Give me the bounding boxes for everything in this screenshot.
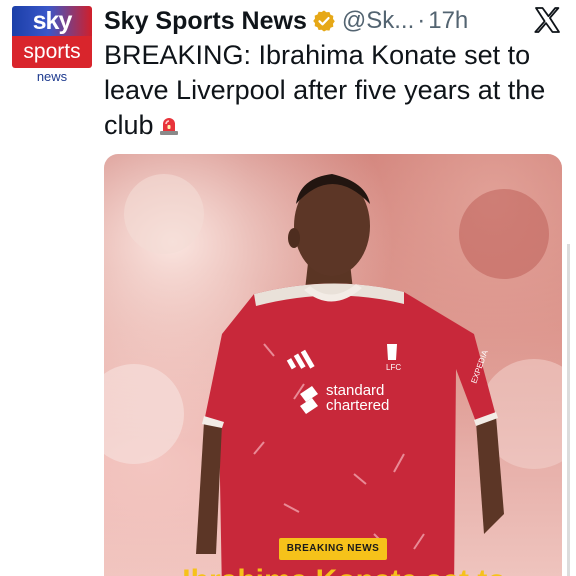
post-time[interactable]: 17h	[428, 7, 468, 35]
tweet-image[interactable]: standard chartered LFC EXPEDIA BREAKING …	[104, 154, 562, 576]
tweet-text: BREAKING: Ibrahima Konate set to leave L…	[104, 38, 554, 143]
x-logo-icon[interactable]	[533, 6, 561, 34]
rotating-light-icon	[158, 110, 180, 135]
avatar[interactable]: sky sports news	[12, 6, 94, 88]
sponsor-line-2: chartered	[326, 397, 389, 414]
separator-dot: ·	[417, 7, 426, 34]
tweet-card: sky sports news Sky Sports News @Sk... ·…	[0, 0, 576, 576]
breaking-news-badge: BREAKING NEWS	[279, 538, 387, 560]
tweet-header: Sky Sports News @Sk... · 17h	[104, 4, 468, 38]
logo-sky-text: sky	[12, 6, 92, 36]
account-handle[interactable]: @Sk...	[342, 7, 414, 35]
scrollbar[interactable]	[567, 244, 570, 576]
club-crest-text: LFC	[386, 363, 401, 372]
logo-news-text: news	[36, 69, 68, 84]
account-name[interactable]: Sky Sports News	[104, 7, 307, 36]
logo-sports-text: sports	[12, 36, 92, 68]
player-photo: standard chartered LFC EXPEDIA	[104, 174, 562, 576]
image-headline: Ibrahima Konate set to	[164, 564, 524, 576]
verified-icon	[312, 9, 336, 33]
